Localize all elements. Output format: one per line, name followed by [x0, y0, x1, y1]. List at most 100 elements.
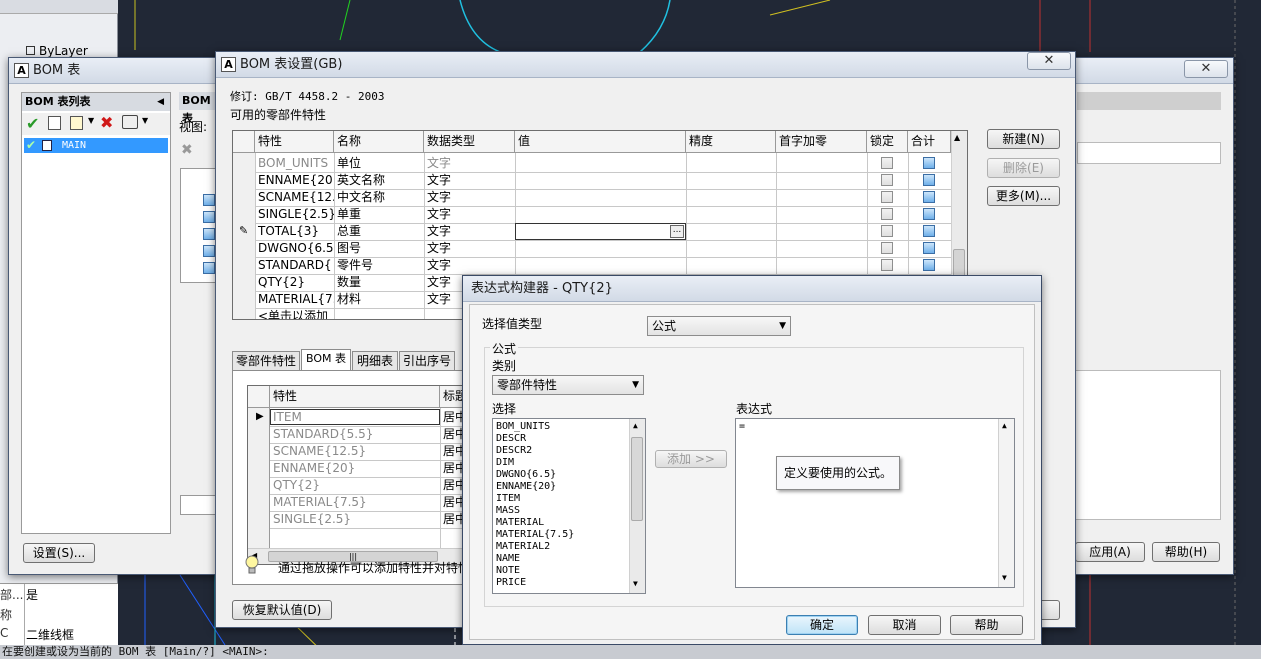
- col-header-datatype[interactable]: 数据类型: [424, 131, 515, 153]
- settings-button[interactable]: 设置(S)...: [23, 543, 95, 563]
- list-item[interactable]: MATERIAL{7.5}: [493, 529, 645, 541]
- category-select[interactable]: 零部件特性 ▼: [492, 375, 644, 395]
- print-icon[interactable]: [122, 115, 138, 129]
- col-header-precision[interactable]: 精度: [686, 131, 776, 153]
- cancel-button[interactable]: 取消: [868, 615, 941, 635]
- restore-defaults-button[interactable]: 恢复默认值(D): [232, 600, 332, 620]
- scroll-thumb[interactable]: [631, 437, 643, 521]
- list-item[interactable]: DWGNO{6.5}: [493, 469, 645, 481]
- prop-key: 部...: [0, 588, 24, 602]
- check-icon[interactable]: ✔: [26, 114, 39, 133]
- bom-settings-titlebar[interactable]: A BOM 表设置(GB): [216, 52, 1075, 78]
- collapse-icon[interactable]: ◀: [157, 93, 164, 111]
- dialog-body: 选择值类型 公式 ▼ 公式 类别 零部件特性 ▼ 选择 BOM_UNITS DESC…: [469, 304, 1035, 640]
- list-item[interactable]: ENNAME{20}: [493, 481, 645, 493]
- close-button[interactable]: ✕: [1027, 52, 1071, 70]
- more-button[interactable]: 更多(M)...: [987, 186, 1060, 206]
- add-button[interactable]: 添加 >>: [655, 450, 727, 468]
- right-panel-area: [1060, 370, 1221, 520]
- new-button[interactable]: 新建(N): [987, 129, 1060, 149]
- add-row-cell[interactable]: <单击以添加: [255, 308, 345, 319]
- property-listbox[interactable]: BOM_UNITS DESCR DESCR2 DIM DWGNO{6.5} EN…: [492, 418, 646, 594]
- bom-row-property[interactable]: SINGLE{2.5}: [270, 511, 440, 528]
- col-header-property[interactable]: 特性: [255, 131, 334, 153]
- list-item[interactable]: NAME: [493, 553, 645, 565]
- select-label: 选择: [492, 402, 517, 416]
- bom-mini-grid: [180, 168, 216, 283]
- tab-part-properties[interactable]: 零部件特性: [232, 351, 300, 370]
- col-header-total[interactable]: 合计: [908, 131, 951, 153]
- col-header-leading-zero[interactable]: 首字加零: [776, 131, 867, 153]
- list-item[interactable]: BOM_UNITS: [493, 421, 645, 433]
- delete-button[interactable]: 删除(E): [987, 158, 1060, 178]
- scroll-up-icon[interactable]: ▲: [1002, 421, 1007, 430]
- textarea-scrollbar[interactable]: ▲ ▼: [998, 419, 1014, 587]
- right-panel-header: [1077, 92, 1221, 110]
- value-type-select[interactable]: 公式 ▼: [647, 316, 791, 336]
- window-title: BOM 表: [33, 63, 81, 78]
- list-item[interactable]: DESCR2: [493, 445, 645, 457]
- list-item[interactable]: DESCR: [493, 433, 645, 445]
- expression-builder-titlebar[interactable]: 表达式构建器 - QTY{2}: [463, 276, 1041, 302]
- bylayer-label[interactable]: ByLayer: [26, 44, 88, 58]
- table-icon: [42, 140, 52, 151]
- bom-item-main[interactable]: ✔ MAIN: [24, 138, 168, 153]
- col-header-property[interactable]: 特性: [270, 386, 440, 408]
- expression-textarea[interactable]: = ▲ ▼: [735, 418, 1015, 588]
- prop-key: 称: [0, 608, 13, 622]
- value-cell-editor[interactable]: ...: [515, 223, 686, 240]
- scroll-up-icon[interactable]: ▲: [954, 133, 960, 142]
- col-header-value[interactable]: 值: [515, 131, 686, 153]
- bom-row-property[interactable]: ENNAME{20}: [270, 460, 440, 477]
- col-header-lock[interactable]: 锁定: [867, 131, 908, 153]
- panel2-header: BOM 表: [179, 92, 219, 125]
- scroll-down-icon[interactable]: ▼: [633, 579, 638, 588]
- mini-grid-bottom: [180, 495, 216, 515]
- delete-icon[interactable]: ✖: [100, 113, 113, 132]
- listbox-scrollbar[interactable]: ▲ ▼: [629, 419, 645, 593]
- bom-columns-grid[interactable]: 特性 标题 ▶ ITEM 居中 STANDARD{5.5} 居中 SCNAME{…: [247, 385, 483, 565]
- scroll-up-icon[interactable]: ▲: [633, 421, 638, 430]
- help-button[interactable]: 帮助(H): [1152, 542, 1220, 562]
- section-label: 可用的零部件特性: [230, 108, 327, 122]
- chevron-down-icon: ▼: [779, 321, 786, 331]
- list-item[interactable]: NOTE: [493, 565, 645, 577]
- list-item[interactable]: MATERIAL: [493, 517, 645, 529]
- bom-row-property[interactable]: MATERIAL{7.5}: [270, 494, 440, 511]
- list-item[interactable]: ITEM: [493, 493, 645, 505]
- ellipsis-button[interactable]: ...: [670, 225, 684, 238]
- bom-row-property[interactable]: ITEM: [270, 409, 440, 426]
- revision-label: 修订: GB/T 4458.2 - 2003: [230, 90, 385, 103]
- scroll-down-icon[interactable]: ▼: [1002, 573, 1007, 582]
- apply-button[interactable]: 应用(A): [1075, 542, 1145, 562]
- tab-parts-list[interactable]: 明细表: [352, 351, 398, 370]
- copy-icon[interactable]: [48, 116, 61, 130]
- edit-icon[interactable]: [70, 116, 83, 130]
- prop-value[interactable]: 二维线框: [26, 626, 74, 643]
- tab-bom[interactable]: BOM 表: [301, 349, 351, 370]
- autocad-app-icon: A: [14, 63, 29, 78]
- list-item[interactable]: PRICE: [493, 577, 645, 589]
- list-item[interactable]: MASS: [493, 505, 645, 517]
- expression-builder-dialog: 表达式构建器 - QTY{2} 选择值类型 公式 ▼ 公式 类别 零部件特性 ▼ 选…: [462, 275, 1042, 645]
- command-line[interactable]: 在要创建或设为当前的 BOM 表 [Main/?] <MAIN>:: [0, 645, 1261, 659]
- col-header-name[interactable]: 名称: [334, 131, 424, 153]
- right-panel-field[interactable]: [1077, 142, 1221, 164]
- help-button[interactable]: 帮助: [950, 615, 1023, 635]
- dropdown-icon[interactable]: ▼: [142, 116, 148, 125]
- bom-row-property[interactable]: SCNAME{12.5}: [270, 443, 440, 460]
- tab-balloon[interactable]: 引出序号: [399, 351, 455, 370]
- bom-row-property[interactable]: QTY{2}: [270, 477, 440, 494]
- panel-header: BOM 表列表 ◀: [22, 93, 170, 111]
- prop-value[interactable]: 是: [26, 586, 38, 603]
- view-label: 视图:: [179, 120, 208, 134]
- ok-button[interactable]: 确定: [786, 615, 858, 635]
- chevron-down-icon: ▼: [632, 380, 639, 390]
- close-button[interactable]: ✕: [1184, 60, 1228, 78]
- list-item[interactable]: DIM: [493, 457, 645, 469]
- dropdown-icon[interactable]: ▼: [88, 116, 94, 125]
- current-check-icon: ✔: [26, 138, 37, 152]
- list-item[interactable]: MATERIAL2: [493, 541, 645, 553]
- clear-icon[interactable]: ✖: [181, 142, 193, 158]
- bom-row-property[interactable]: STANDARD{5.5}: [270, 426, 440, 443]
